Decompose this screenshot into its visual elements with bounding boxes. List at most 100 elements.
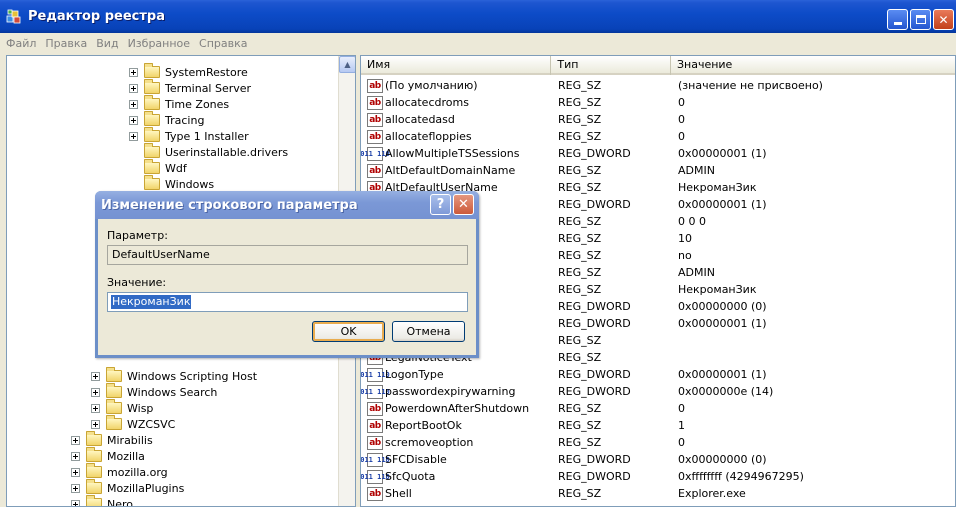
- close-icon: ✕: [458, 197, 469, 212]
- tree-node[interactable]: Type 1 Installer: [129, 127, 249, 144]
- tree-node-label: Wdf: [165, 161, 187, 175]
- menu-view[interactable]: Вид: [96, 37, 118, 50]
- tree-node[interactable]: mozilla.org: [71, 463, 168, 480]
- expand-icon[interactable]: [129, 99, 138, 109]
- window-titlebar[interactable]: Редактор реестра ✕: [0, 0, 956, 33]
- tree-node[interactable]: Mozilla: [71, 447, 145, 464]
- menu-file[interactable]: Файл: [6, 37, 36, 50]
- tree-node[interactable]: Windows Search: [91, 383, 218, 400]
- tree-node[interactable]: SystemRestore: [129, 63, 248, 80]
- tree-node-label: Nero: [107, 497, 134, 507]
- list-row[interactable]: ab ReportBootOk REG_SZ 1: [361, 417, 955, 434]
- tree-node[interactable]: Wisp: [91, 399, 154, 416]
- expand-icon[interactable]: [129, 115, 138, 125]
- regedit-app-icon: [6, 8, 24, 26]
- expand-icon[interactable]: [91, 387, 100, 397]
- scroll-up-button[interactable]: ▲: [339, 56, 355, 73]
- menu-edit[interactable]: Правка: [45, 37, 87, 50]
- value-type: REG_SZ: [558, 487, 602, 500]
- list-row[interactable]: ab allocatedasd REG_SZ 0: [361, 111, 955, 128]
- expand-icon[interactable]: [71, 499, 80, 506]
- expand-icon[interactable]: [129, 67, 138, 77]
- expand-icon[interactable]: [91, 419, 100, 429]
- value-name-cell: ab AltDefaultDomainName: [367, 163, 516, 178]
- close-button[interactable]: ✕: [933, 9, 954, 30]
- expand-icon[interactable]: [71, 467, 80, 477]
- tree-node-label: Tracing: [165, 113, 205, 127]
- dialog-help-button[interactable]: ?: [430, 194, 451, 215]
- tree-node[interactable]: Windows: [129, 175, 214, 192]
- value-data: 0: [678, 113, 685, 126]
- expand-icon[interactable]: [71, 451, 80, 461]
- string-value-icon: ab: [367, 163, 383, 178]
- menu-favorites[interactable]: Избранное: [128, 37, 190, 50]
- minimize-button[interactable]: [887, 9, 908, 30]
- string-value-icon: ab: [367, 401, 383, 416]
- tree-node[interactable]: MozillaPlugins: [71, 479, 184, 496]
- dialog-titlebar[interactable]: Изменение строкового параметра ? ✕: [95, 191, 479, 219]
- list-row[interactable]: ab allocatefloppies REG_SZ 0: [361, 128, 955, 145]
- list-row[interactable]: ab PowerdownAfterShutdown REG_SZ 0: [361, 400, 955, 417]
- dialog-title: Изменение строкового параметра: [101, 197, 358, 213]
- tree-node[interactable]: Terminal Server: [129, 79, 251, 96]
- tree-node[interactable]: Mirabilis: [71, 431, 153, 448]
- maximize-button[interactable]: [910, 9, 931, 30]
- tree-node[interactable]: Wdf: [129, 159, 187, 176]
- value-data: 0: [678, 96, 685, 109]
- folder-icon: [86, 479, 102, 494]
- value-type: REG_SZ: [558, 164, 602, 177]
- value-type: REG_SZ: [558, 266, 602, 279]
- ok-button[interactable]: OK: [312, 321, 385, 342]
- list-row[interactable]: ab allocatecdroms REG_SZ 0: [361, 94, 955, 111]
- tree-node-label: Time Zones: [165, 97, 230, 111]
- value-input[interactable]: НекроманЗик: [107, 292, 468, 312]
- tree-node-label: Windows Search: [127, 385, 218, 399]
- column-header-name[interactable]: Имя: [361, 56, 552, 75]
- tree-node[interactable]: Windows Scripting Host: [91, 367, 257, 384]
- value-name: scremoveoption: [385, 436, 474, 449]
- expand-icon[interactable]: [129, 83, 138, 93]
- value-name: passwordexpirywarning: [385, 385, 516, 398]
- expand-icon[interactable]: [129, 131, 138, 141]
- list-row[interactable]: 011 110 LogonType REG_DWORD 0x00000001 (1): [361, 366, 955, 383]
- value-name: SFCDisable: [385, 453, 447, 466]
- folder-icon: [144, 159, 160, 174]
- list-row[interactable]: 011 110 SFCDisable REG_DWORD 0x00000000 (0): [361, 451, 955, 468]
- value-name: AltDefaultDomainName: [385, 164, 516, 177]
- cancel-button[interactable]: Отмена: [392, 321, 465, 342]
- tree-node[interactable]: Nero: [71, 495, 134, 507]
- tree-node[interactable]: Userinstallable.drivers: [129, 143, 288, 160]
- expand-icon[interactable]: [71, 435, 80, 445]
- tree-node[interactable]: Time Zones: [129, 95, 230, 112]
- column-header-type[interactable]: Тип: [551, 56, 671, 75]
- value-type: REG_SZ: [558, 419, 602, 432]
- list-row[interactable]: 011 110 AllowMultipleTSSessions REG_DWORD 0…: [361, 145, 955, 162]
- value-data: НекроманЗик: [678, 181, 757, 194]
- window-title: Редактор реестра: [28, 9, 165, 24]
- column-header-value[interactable]: Значение: [671, 56, 955, 75]
- expand-icon[interactable]: [91, 371, 100, 381]
- folder-icon: [144, 127, 160, 142]
- dword-value-icon: 011 110: [361, 146, 390, 161]
- tree-node[interactable]: WZCSVC: [91, 415, 175, 432]
- menu-help[interactable]: Справка: [199, 37, 247, 50]
- list-row[interactable]: ab (По умолчанию) REG_SZ (значение не присв…: [361, 77, 955, 94]
- tree-node[interactable]: Tracing: [129, 111, 205, 128]
- value-data: 0: [678, 436, 685, 449]
- folder-icon: [106, 399, 122, 414]
- dialog-close-button[interactable]: ✕: [453, 194, 474, 215]
- value-data: 0x00000001 (1): [678, 147, 767, 160]
- list-row[interactable]: 011 110 passwordexpirywarning REG_DWORD 0x0…: [361, 383, 955, 400]
- value-data: ADMIN: [678, 266, 715, 279]
- list-row[interactable]: ab AltDefaultDomainName REG_SZ ADMIN: [361, 162, 955, 179]
- value-data: (значение не присвоено): [678, 79, 823, 92]
- value-data: 0: [678, 402, 685, 415]
- tree-node-label: Wisp: [127, 401, 154, 415]
- expand-icon[interactable]: [71, 483, 80, 493]
- list-row[interactable]: ab Shell REG_SZ Explorer.exe: [361, 485, 955, 502]
- expand-icon[interactable]: [91, 403, 100, 413]
- list-row[interactable]: ab scremoveoption REG_SZ 0: [361, 434, 955, 451]
- value-name: allocatecdroms: [385, 96, 469, 109]
- list-row[interactable]: 011 110 SfcQuota REG_DWORD 0xffffffff (4294…: [361, 468, 955, 485]
